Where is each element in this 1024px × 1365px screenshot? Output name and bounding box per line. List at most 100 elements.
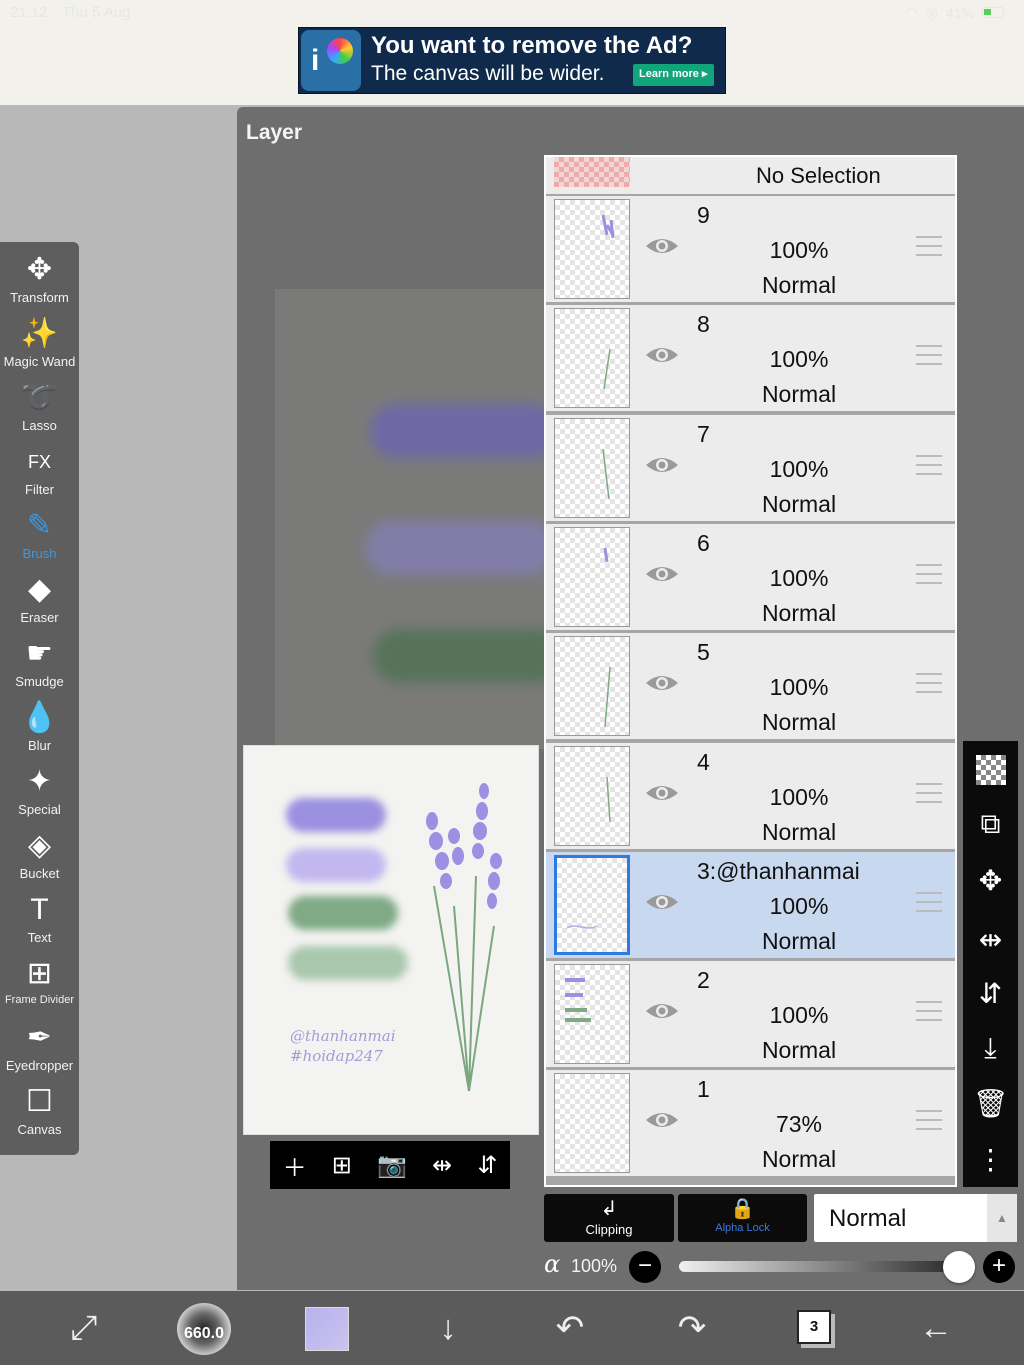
back-arrow-icon[interactable]: ← [908, 1305, 964, 1351]
layer-name: 7 [697, 420, 710, 447]
clipping-button[interactable]: ↲ Clipping [544, 1194, 674, 1242]
layer-row[interactable]: 5 100% Normal [546, 633, 955, 740]
alpha-lock-button[interactable]: 🔒 Alpha Lock [678, 1194, 807, 1242]
layer-row[interactable]: 3:@thanhanmai 100% Normal [546, 851, 955, 958]
redo-icon[interactable]: ↷ [664, 1305, 720, 1351]
drag-handle-icon[interactable] [916, 454, 942, 475]
tool-label: Transform [10, 290, 69, 305]
status-date: Thu 5 Aug [62, 4, 131, 21]
copy-merge-icon[interactable]: ⧉ [963, 799, 1018, 849]
drag-handle-icon[interactable] [916, 782, 942, 803]
status-indicators: ◠ ◎ 41% [906, 4, 1004, 21]
flip-horizontal-icon[interactable]: ⇹ [963, 915, 1018, 965]
flip-vertical-icon[interactable]: ⇵ [477, 1151, 497, 1180]
visibility-eye-icon[interactable] [644, 343, 680, 367]
decrease-opacity-button[interactable]: − [629, 1251, 661, 1283]
text-icon: T [30, 893, 49, 926]
visibility-eye-icon[interactable] [644, 781, 680, 805]
layer-name: 3:@thanhanmai [697, 857, 860, 884]
flip-horizontal-icon[interactable]: ⇹ [432, 1151, 452, 1180]
merge-down-icon[interactable]: ⤓ [963, 1023, 1018, 1073]
canvas-area[interactable] [275, 289, 563, 749]
layer-blend-mode: Normal [761, 381, 837, 408]
layer-row[interactable]: 9 100% Normal [546, 196, 955, 302]
tool-label: Canvas [17, 1122, 62, 1137]
undo-icon[interactable]: ↶ [542, 1305, 598, 1351]
brush-icon: ✎ [26, 509, 53, 542]
no-selection-row[interactable]: No Selection [546, 157, 955, 194]
tool-text[interactable]: T Text [0, 890, 79, 952]
ad-banner[interactable]: i You want to remove the Ad? The canvas … [298, 27, 726, 94]
drag-handle-icon[interactable] [916, 1110, 942, 1131]
add-layer-icon[interactable]: ＋ [283, 1148, 307, 1183]
layers-button[interactable]: 3 [797, 1310, 831, 1344]
layer-actions-bar: ＋ ⊞ 📷 ⇹ ⇵ [270, 1141, 510, 1189]
camera-icon[interactable]: 📷 [377, 1151, 407, 1180]
tool-smudge[interactable]: ☛ Smudge [0, 634, 79, 696]
brush-size-button[interactable]: 660.0 [177, 1303, 231, 1355]
move-icon[interactable]: ✥ [963, 856, 1018, 906]
tool-blur[interactable]: 💧 Blur [0, 698, 79, 760]
blend-mode-value: Normal [829, 1205, 907, 1232]
drag-handle-icon[interactable] [916, 1001, 942, 1022]
layer-row[interactable]: 6 100% Normal [546, 523, 955, 630]
battery-percent: 41% [945, 4, 974, 21]
ad-title: You want to remove the Ad? [371, 32, 693, 59]
tool-magic-wand[interactable]: ✨ Magic Wand [0, 314, 79, 376]
arrow-down-icon[interactable]: ↓ [420, 1305, 476, 1351]
opacity-slider-handle[interactable] [943, 1251, 975, 1283]
tool-eyedropper[interactable]: ✒ Eyedropper [0, 1018, 79, 1080]
visibility-eye-icon[interactable] [644, 671, 680, 695]
color-swatch[interactable] [305, 1307, 349, 1351]
visibility-eye-icon[interactable] [644, 234, 680, 258]
drag-handle-icon[interactable] [916, 345, 942, 366]
trash-icon[interactable]: 🗑 [963, 1079, 1018, 1129]
increase-opacity-button[interactable]: + [983, 1251, 1015, 1283]
tool-canvas[interactable]: ☐ Canvas [0, 1082, 79, 1144]
drag-handle-icon[interactable] [916, 563, 942, 584]
tool-brush[interactable]: ✎ Brush [0, 506, 79, 568]
tool-special[interactable]: ✦ Special [0, 762, 79, 824]
layer-row[interactable]: 4 100% Normal [546, 742, 955, 849]
visibility-eye-icon[interactable] [644, 999, 680, 1023]
canvas-thumbnail[interactable]: @thanhanmai #hoidap247 [243, 745, 539, 1135]
wifi-icon: ◠ [905, 4, 918, 20]
duplicate-layer-icon[interactable]: ⊞ [332, 1151, 352, 1180]
visibility-eye-icon[interactable] [644, 562, 680, 586]
learn-more-button[interactable]: Learn more ▸ [633, 64, 714, 86]
layer-opacity: 100% [769, 783, 829, 810]
layer-thumbnail [554, 526, 630, 627]
visibility-eye-icon[interactable] [644, 1108, 680, 1132]
lasso-icon: ➰ [20, 381, 59, 414]
opacity-slider[interactable] [679, 1261, 969, 1272]
more-options-icon[interactable]: ⋮ [963, 1135, 1018, 1185]
signature-text: @thanhanmai #hoidap247 [290, 1027, 396, 1065]
tool-label: Eraser [20, 610, 59, 625]
blend-mode-select[interactable]: Normal ▲ [814, 1194, 1017, 1242]
tool-filter[interactable]: FX Filter [0, 442, 79, 504]
tool-eraser[interactable]: ◆ Eraser [0, 570, 79, 632]
clipping-label: Clipping [585, 1222, 633, 1237]
flip-vertical-icon[interactable]: ⇵ [963, 969, 1018, 1019]
drag-handle-icon[interactable] [916, 891, 942, 912]
transparency-checker-icon[interactable] [963, 745, 1018, 795]
tool-frame-divider[interactable]: ⊞ Frame Divider [0, 954, 79, 1016]
layer-name: 6 [697, 529, 710, 556]
layer-row[interactable]: 8 100% Normal [546, 305, 955, 412]
app-logo-icon: i [301, 30, 361, 91]
drag-handle-icon[interactable] [916, 673, 942, 694]
tool-lasso[interactable]: ➰ Lasso [0, 378, 79, 440]
tool-switch-icon[interactable]: ⤢ [56, 1305, 112, 1351]
drag-handle-icon[interactable] [916, 236, 942, 256]
tool-transform[interactable]: ✥ Transform [0, 250, 79, 312]
layer-thumbnail [554, 308, 630, 409]
canvas-stroke [373, 629, 563, 683]
layer-thumbnail [554, 745, 630, 846]
brush-size-label: 660.0 [183, 1325, 225, 1342]
layer-row[interactable]: 1 73% Normal [546, 1070, 955, 1177]
tool-bucket[interactable]: ◈ Bucket [0, 826, 79, 888]
visibility-eye-icon[interactable] [644, 890, 680, 914]
visibility-eye-icon[interactable] [644, 453, 680, 477]
layer-row[interactable]: 7 100% Normal [546, 414, 955, 521]
layer-row[interactable]: 2 100% Normal [546, 961, 955, 1068]
